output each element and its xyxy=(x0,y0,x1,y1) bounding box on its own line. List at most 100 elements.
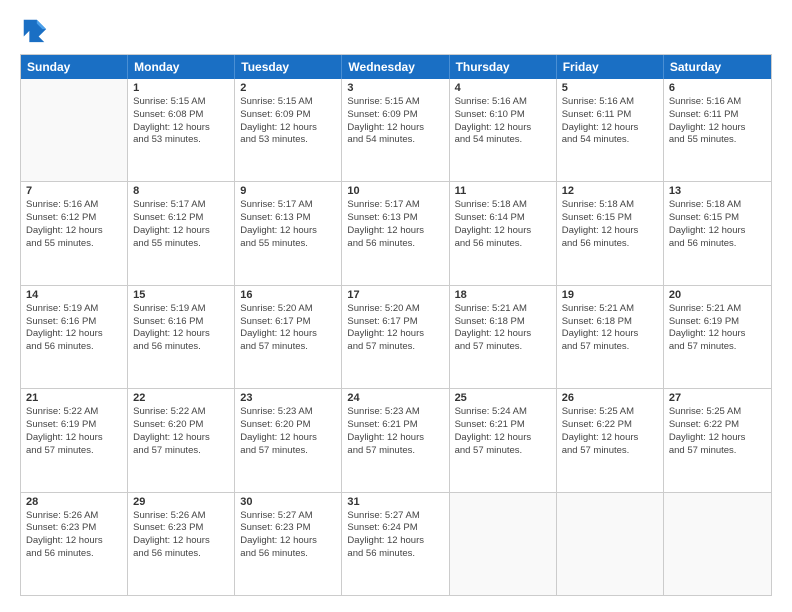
day-number: 12 xyxy=(562,185,658,197)
cell-info-line: Sunset: 6:09 PM xyxy=(240,109,336,122)
cell-info-line: Daylight: 12 hours xyxy=(240,225,336,238)
cell-info-line: Sunrise: 5:22 AM xyxy=(26,406,122,419)
cell-info-line: Daylight: 12 hours xyxy=(669,225,766,238)
calendar-cell: 1Sunrise: 5:15 AMSunset: 6:08 PMDaylight… xyxy=(128,79,235,181)
cell-info-line: Daylight: 12 hours xyxy=(455,432,551,445)
calendar-cell xyxy=(450,493,557,595)
calendar-header-day: Thursday xyxy=(450,55,557,79)
calendar-cell: 28Sunrise: 5:26 AMSunset: 6:23 PMDayligh… xyxy=(21,493,128,595)
cell-info-line: Sunset: 6:11 PM xyxy=(562,109,658,122)
cell-info-line: Sunset: 6:23 PM xyxy=(26,522,122,535)
cell-info-line: and 57 minutes. xyxy=(347,341,443,354)
cell-info-line: Sunset: 6:11 PM xyxy=(669,109,766,122)
cell-info-line: Daylight: 12 hours xyxy=(455,122,551,135)
calendar-cell: 6Sunrise: 5:16 AMSunset: 6:11 PMDaylight… xyxy=(664,79,771,181)
cell-info-line: Daylight: 12 hours xyxy=(347,225,443,238)
calendar-cell: 7Sunrise: 5:16 AMSunset: 6:12 PMDaylight… xyxy=(21,182,128,284)
day-number: 7 xyxy=(26,185,122,197)
cell-info-line: Sunrise: 5:21 AM xyxy=(455,303,551,316)
cell-info-line: Daylight: 12 hours xyxy=(240,535,336,548)
calendar-cell: 22Sunrise: 5:22 AMSunset: 6:20 PMDayligh… xyxy=(128,389,235,491)
cell-info-line: Sunrise: 5:19 AM xyxy=(133,303,229,316)
cell-info-line: Sunrise: 5:24 AM xyxy=(455,406,551,419)
cell-info-line: and 57 minutes. xyxy=(133,445,229,458)
calendar-cell: 9Sunrise: 5:17 AMSunset: 6:13 PMDaylight… xyxy=(235,182,342,284)
cell-info-line: and 55 minutes. xyxy=(240,238,336,251)
calendar-header-day: Sunday xyxy=(21,55,128,79)
calendar-cell xyxy=(21,79,128,181)
cell-info-line: Daylight: 12 hours xyxy=(26,225,122,238)
cell-info-line: Daylight: 12 hours xyxy=(347,328,443,341)
day-number: 13 xyxy=(669,185,766,197)
cell-info-line: Sunrise: 5:18 AM xyxy=(669,199,766,212)
cell-info-line: Sunset: 6:24 PM xyxy=(347,522,443,535)
cell-info-line: and 53 minutes. xyxy=(240,134,336,147)
calendar-header-day: Monday xyxy=(128,55,235,79)
page: SundayMondayTuesdayWednesdayThursdayFrid… xyxy=(0,0,792,612)
cell-info-line: and 57 minutes. xyxy=(455,341,551,354)
calendar-week-row: 21 Sunrise: 5:22 AMSunset: 6:19 PM Dayligh… xyxy=(21,389,771,492)
day-number: 28 xyxy=(26,496,122,508)
day-number: 8 xyxy=(133,185,229,197)
logo xyxy=(20,16,52,44)
cell-info-line: and 57 minutes. xyxy=(240,341,336,354)
cell-info-line: and 56 minutes. xyxy=(562,238,658,251)
calendar-cell: 25Sunrise: 5:24 AMSunset: 6:21 PMDayligh… xyxy=(450,389,557,491)
calendar-cell: 23Sunrise: 5:23 AMSunset: 6:20 PMDayligh… xyxy=(235,389,342,491)
cell-info-line: Daylight: 12 hours xyxy=(562,328,658,341)
day-number: 2 xyxy=(240,82,336,94)
calendar-header-row: SundayMondayTuesdayWednesdayThursdayFrid… xyxy=(21,55,771,79)
calendar-cell: 2Sunrise: 5:15 AMSunset: 6:09 PMDaylight… xyxy=(235,79,342,181)
cell-info-line: and 56 minutes. xyxy=(26,341,122,354)
calendar-header-day: Wednesday xyxy=(342,55,449,79)
day-number: 29 xyxy=(133,496,229,508)
cell-info-line: Sunset: 6:12 PM xyxy=(133,212,229,225)
cell-info-line: Sunrise: 5:16 AM xyxy=(562,96,658,109)
calendar-cell: 5Sunrise: 5:16 AMSunset: 6:11 PMDaylight… xyxy=(557,79,664,181)
day-number: 9 xyxy=(240,185,336,197)
cell-info-line: Daylight: 12 hours xyxy=(133,535,229,548)
cell-info-line: Sunset: 6:19 PM xyxy=(26,419,122,432)
cell-info-line: and 56 minutes. xyxy=(26,548,122,561)
cell-info-line: Sunset: 6:16 PM xyxy=(26,316,122,329)
calendar-cell: 20Sunrise: 5:21 AMSunset: 6:19 PMDayligh… xyxy=(664,286,771,388)
cell-info-line: Daylight: 12 hours xyxy=(133,432,229,445)
calendar-week-row: 7Sunrise: 5:16 AMSunset: 6:12 PMDaylight… xyxy=(21,182,771,285)
cell-info-line: Sunrise: 5:16 AM xyxy=(455,96,551,109)
cell-info-line: Daylight: 12 hours xyxy=(26,535,122,548)
day-number: 27 xyxy=(669,392,766,404)
cell-info-line: Daylight: 12 hours xyxy=(240,122,336,135)
calendar-cell: 18Sunrise: 5:21 AMSunset: 6:18 PMDayligh… xyxy=(450,286,557,388)
calendar-body: 1Sunrise: 5:15 AMSunset: 6:08 PMDaylight… xyxy=(21,79,771,595)
calendar-cell: 21Sunrise: 5:22 AMSunset: 6:19 PMDayligh… xyxy=(21,389,128,491)
cell-info-line: Daylight: 12 hours xyxy=(562,122,658,135)
cell-info-line: Daylight: 12 hours xyxy=(669,122,766,135)
cell-info-line: Sunset: 6:23 PM xyxy=(240,522,336,535)
cell-info-line: Sunset: 6:21 PM xyxy=(455,419,551,432)
day-number: 24 xyxy=(347,392,443,404)
cell-info-line: Sunset: 6:14 PM xyxy=(455,212,551,225)
cell-info-line: Sunrise: 5:15 AM xyxy=(133,96,229,109)
cell-info-line: Sunrise: 5:27 AM xyxy=(347,510,443,523)
day-number: 31 xyxy=(347,496,443,508)
cell-info-line: Daylight: 12 hours xyxy=(26,328,122,341)
day-number: 22 xyxy=(133,392,229,404)
cell-info-line: Sunset: 6:09 PM xyxy=(347,109,443,122)
day-number: 21 xyxy=(26,392,122,404)
calendar-cell: 26Sunrise: 5:25 AMSunset: 6:22 PMDayligh… xyxy=(557,389,664,491)
cell-info-line: and 56 minutes. xyxy=(240,548,336,561)
cell-info-line: and 55 minutes. xyxy=(26,238,122,251)
cell-info-line: Daylight: 12 hours xyxy=(347,122,443,135)
cell-info-line: Sunset: 6:18 PM xyxy=(562,316,658,329)
day-number: 20 xyxy=(669,289,766,301)
calendar-cell: 3Sunrise: 5:15 AMSunset: 6:09 PMDaylight… xyxy=(342,79,449,181)
cell-info-line: Daylight: 12 hours xyxy=(455,225,551,238)
calendar-week-row: 1Sunrise: 5:15 AMSunset: 6:08 PMDaylight… xyxy=(21,79,771,182)
cell-info-line: and 56 minutes. xyxy=(455,238,551,251)
day-number: 26 xyxy=(562,392,658,404)
calendar-cell: 30Sunrise: 5:27 AMSunset: 6:23 PMDayligh… xyxy=(235,493,342,595)
cell-info-line: and 54 minutes. xyxy=(562,134,658,147)
cell-info-line: and 54 minutes. xyxy=(455,134,551,147)
cell-info-line: Daylight: 12 hours xyxy=(133,225,229,238)
cell-info-line: Sunrise: 5:25 AM xyxy=(562,406,658,419)
